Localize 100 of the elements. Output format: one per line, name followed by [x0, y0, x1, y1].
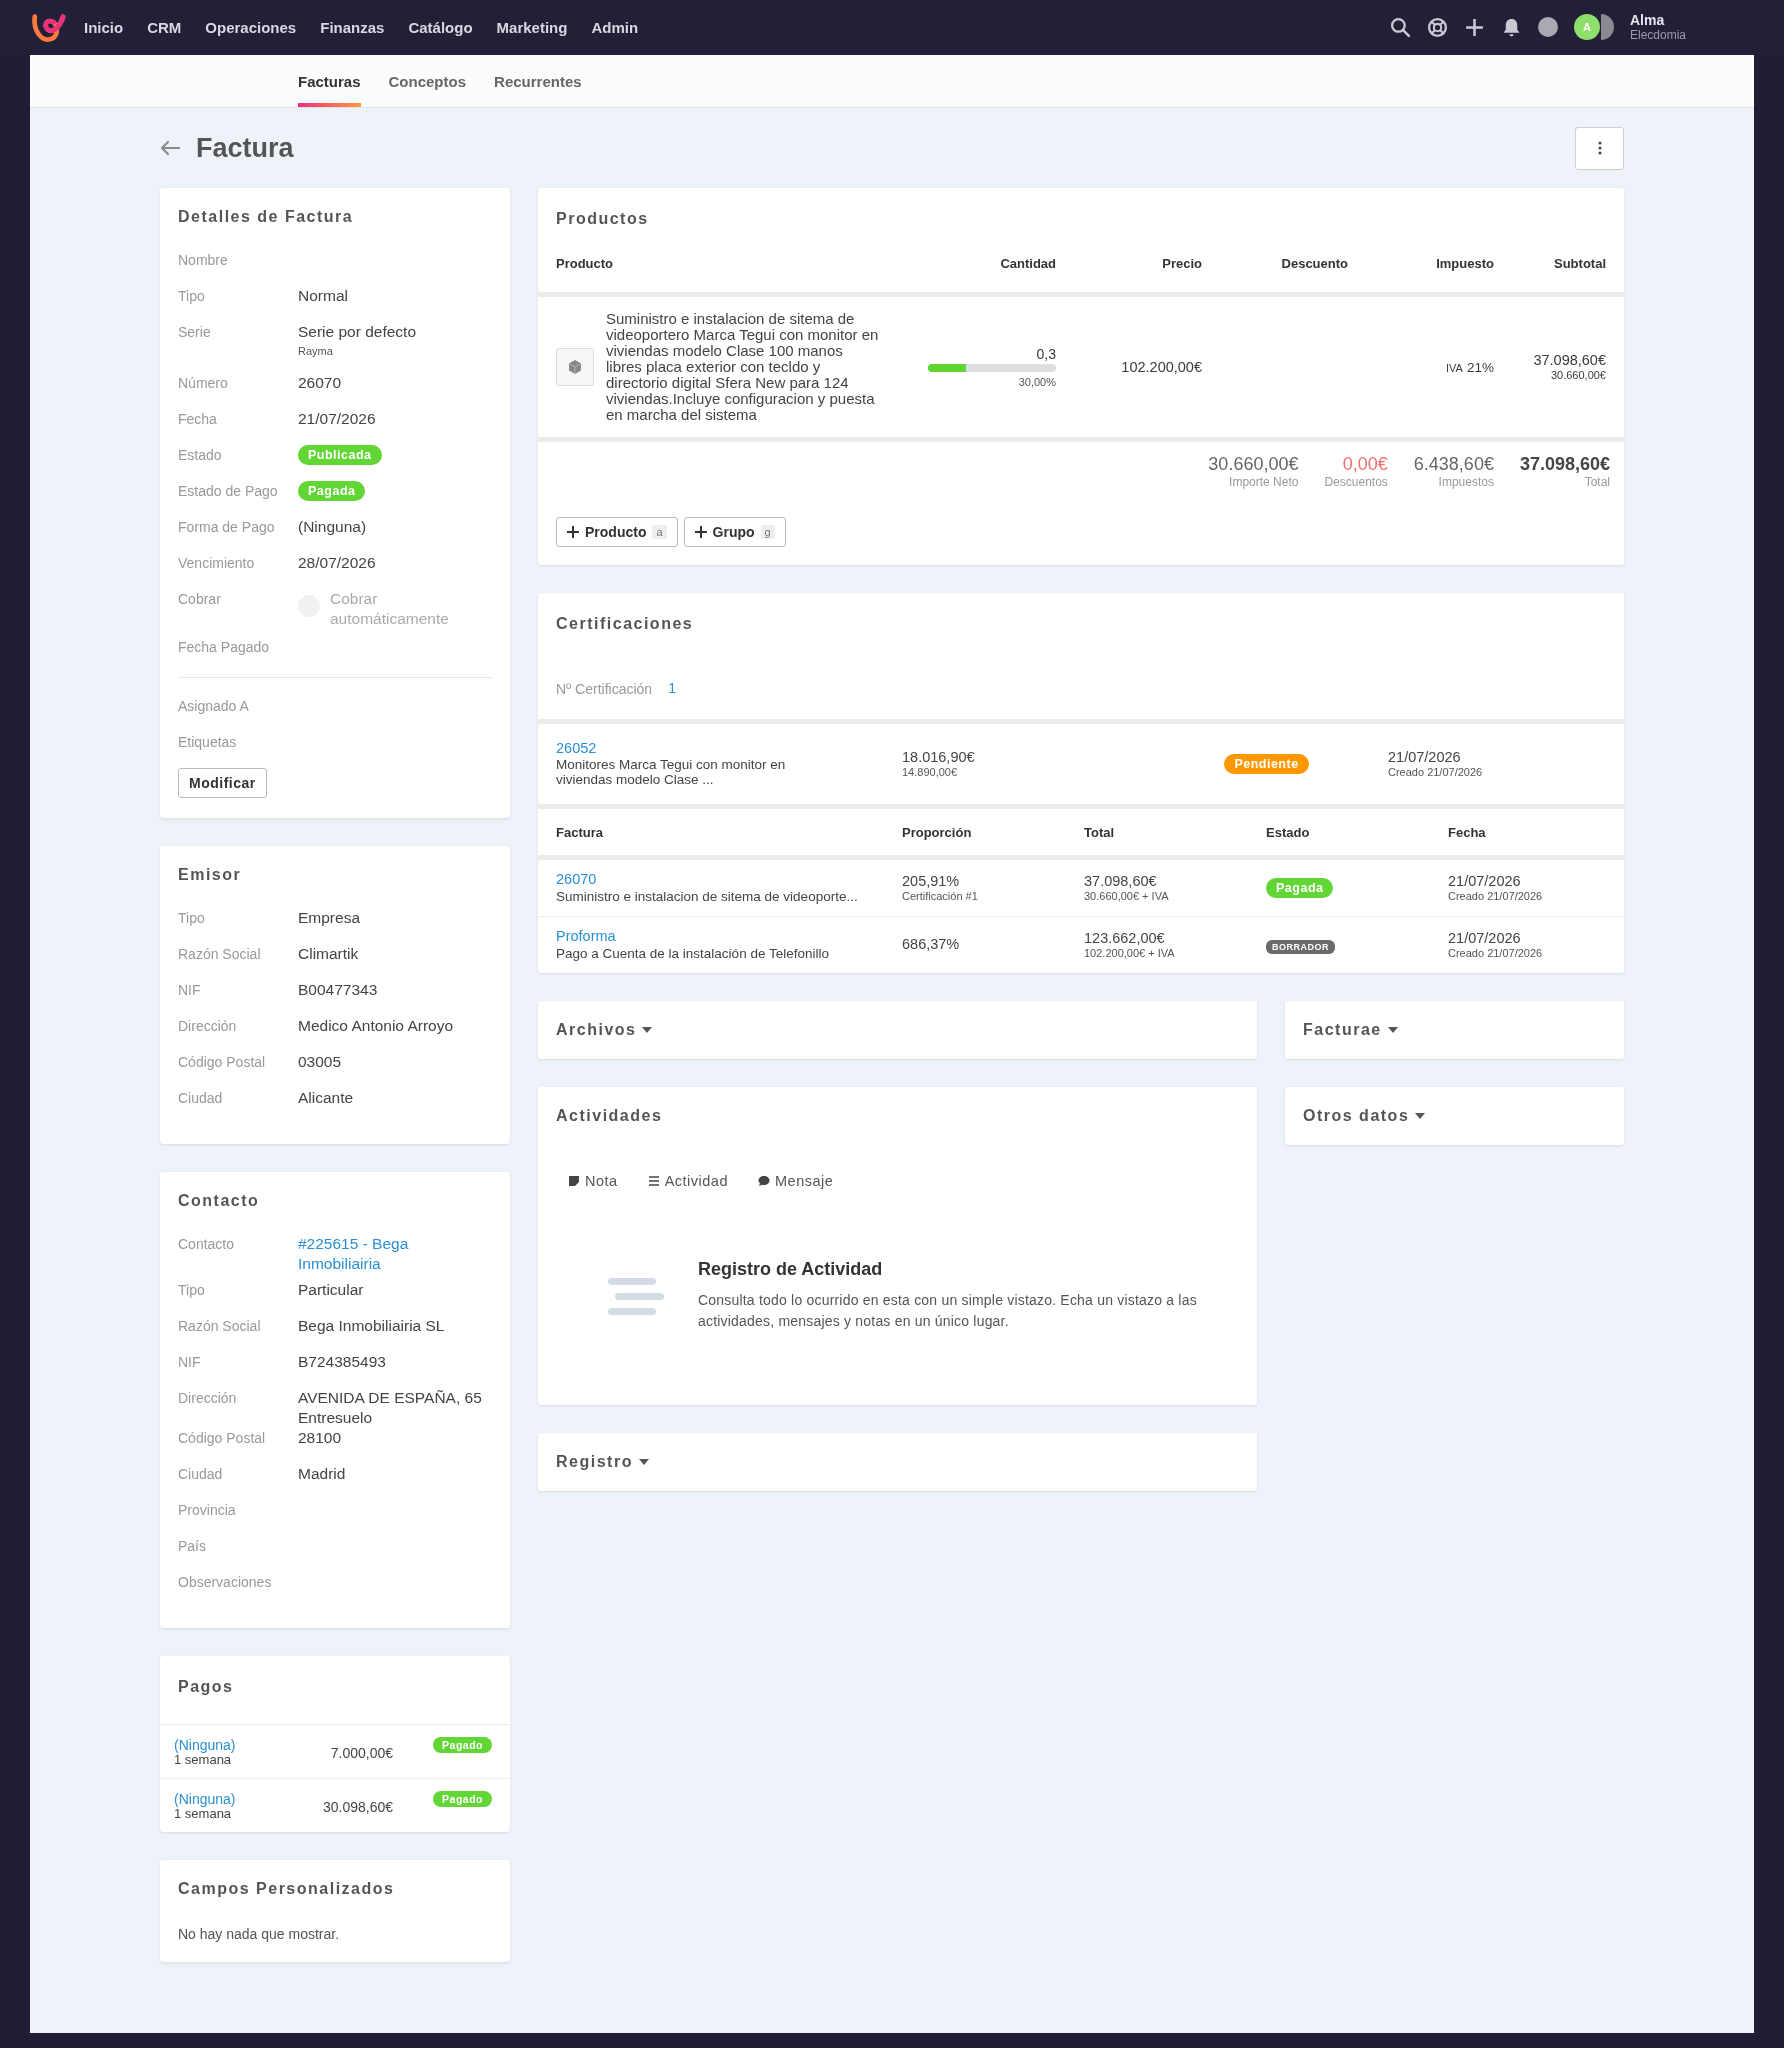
- field-label: Código Postal: [178, 1053, 267, 1070]
- modify-button[interactable]: Modificar: [178, 768, 267, 798]
- user-name[interactable]: Alma: [1629, 13, 1686, 29]
- empty-state-title: Registro de Actividad: [698, 1259, 884, 1280]
- field-value: (Ninguna): [298, 517, 368, 537]
- status-badge: Pagada: [1266, 878, 1334, 898]
- caret-icon: [1415, 1113, 1426, 1119]
- field-label: Asignado A: [178, 697, 250, 714]
- card-title: Detalles de Factura: [178, 208, 355, 226]
- activity-tab[interactable]: Nota: [564, 1173, 622, 1189]
- certification-description: Monitores Marca Tegui con monitor en viviendas modelo Clase ...: [556, 757, 787, 788]
- column-header: Descuento: [1281, 256, 1348, 271]
- nav-link[interactable]: Catálogo: [408, 19, 473, 36]
- column-header: Producto: [556, 256, 615, 271]
- field-label: Ciudad: [178, 1465, 224, 1482]
- price-cell: 102.200,00€: [1121, 359, 1202, 375]
- invoice-link[interactable]: 26070: [556, 871, 902, 889]
- card-title: Pagos: [177, 1677, 235, 1696]
- status-badge: Pagado: [433, 1737, 492, 1753]
- field-label: NIF: [178, 1353, 202, 1370]
- field-label: Etiquetas: [178, 733, 238, 750]
- column-header: Proporción: [902, 824, 973, 840]
- payment-amount: 30.098,60€: [322, 1798, 394, 1815]
- card-title: Productos: [555, 209, 650, 228]
- page-title: Factura: [196, 132, 294, 164]
- nav-link[interactable]: Finanzas: [320, 19, 385, 36]
- card-title: Contacto: [178, 1192, 261, 1210]
- field-label: Estado: [178, 446, 223, 463]
- column-header: Estado: [1266, 824, 1311, 840]
- contact-link[interactable]: #225615 - Bega Inmobiliairia: [298, 1234, 448, 1274]
- lifebuoy-icon[interactable]: [1426, 17, 1448, 38]
- payment-method-link[interactable]: (Ninguna): [174, 1791, 284, 1808]
- field-value: 03005: [298, 1052, 343, 1072]
- date-cell-text: 21/07/2026: [1448, 872, 1522, 891]
- nav-link[interactable]: Inicio: [84, 19, 124, 36]
- field-label: Ciudad: [178, 1089, 224, 1106]
- invoice-description: Suministro e instalacion de sitema de videoporte...: [556, 888, 859, 905]
- column-header: Impuesto: [1436, 256, 1494, 271]
- tab[interactable]: Recurrentes: [494, 55, 582, 107]
- amount-cell-text: 18.016,90€: [902, 748, 976, 767]
- field-label: Forma de Pago: [178, 518, 276, 535]
- net-amount: 102.200,00€ + IVA: [1084, 947, 1176, 961]
- total-amount: 37.098,60€: [1519, 454, 1610, 475]
- tab[interactable]: Facturas: [298, 55, 361, 107]
- tab[interactable]: Conceptos: [388, 55, 467, 107]
- proportion-cell-text: 686,37%: [902, 936, 961, 954]
- subtotal-net: 30.660,00€: [1550, 369, 1606, 383]
- chat-icon: [758, 1175, 770, 1187]
- back-arrow-icon[interactable]: [160, 140, 180, 156]
- field-label: Cobrar: [178, 590, 222, 607]
- field-label: País: [178, 1537, 207, 1554]
- total-label: Impuestos: [1438, 475, 1494, 489]
- field-value: 26070: [298, 373, 343, 393]
- field-label: Tipo: [178, 909, 206, 926]
- total-cell-text: 123.662,00€: [1084, 929, 1166, 948]
- status-badge: Publicada: [298, 445, 382, 465]
- log-toggle[interactable]: Registro: [538, 1433, 667, 1491]
- facturae-toggle[interactable]: Facturae: [1285, 1001, 1416, 1059]
- field-label: Tipo: [178, 287, 206, 304]
- total-label: Total: [1584, 475, 1610, 489]
- field-label: Nº Certificación: [556, 680, 653, 697]
- add-button[interactable]: Producto a: [556, 517, 678, 547]
- payment-method-link[interactable]: (Ninguna): [174, 1737, 284, 1754]
- net-amount: 30.660,00€ + IVA: [1084, 890, 1170, 904]
- payment-amount: 7.000,00€: [329, 1744, 394, 1761]
- nav-link[interactable]: Admin: [591, 19, 639, 36]
- field-label: NIF: [178, 981, 202, 998]
- company-name: Elecdomia: [1629, 28, 1686, 42]
- plus-icon[interactable]: [1463, 17, 1485, 38]
- add-button[interactable]: Grupo g: [683, 517, 786, 547]
- created-date: Creado 21/07/2026: [1448, 890, 1544, 904]
- activity-tab[interactable]: Mensaje: [754, 1173, 838, 1189]
- field-subvalue: Rayma: [298, 345, 334, 357]
- search-icon[interactable]: [1389, 17, 1411, 38]
- status-dot[interactable]: [1537, 17, 1558, 38]
- field-value: Bega Inmobiliairia SL: [298, 1316, 446, 1336]
- total-label: Importe Neto: [1229, 475, 1299, 489]
- avatar[interactable]: [1600, 14, 1614, 41]
- nav-link[interactable]: Marketing: [496, 19, 568, 36]
- activity-tab[interactable]: Actividad: [643, 1173, 732, 1189]
- caret-icon: [1387, 1027, 1398, 1033]
- nav-link[interactable]: Operaciones: [205, 19, 297, 36]
- box-icon: [567, 359, 583, 375]
- field-label: Razón Social: [178, 1317, 262, 1334]
- total-cell-text: 37.098,60€: [1084, 872, 1158, 891]
- field-label: Código Postal: [178, 1429, 267, 1446]
- column-header: Precio: [1162, 256, 1202, 271]
- field-label: Fecha: [178, 410, 218, 427]
- field-label: Tipo: [178, 1281, 206, 1298]
- files-toggle[interactable]: Archivos: [538, 1001, 671, 1059]
- invoice-link[interactable]: Proforma: [556, 928, 902, 946]
- nav-link[interactable]: CRM: [147, 19, 182, 36]
- payment-term: 1 semana: [174, 1753, 232, 1769]
- field-value: AVENIDA DE ESPAÑA, 65 Entresuelo: [298, 1388, 483, 1428]
- field-label: Serie: [178, 323, 212, 340]
- other-data-toggle[interactable]: Otros datos: [1285, 1087, 1444, 1145]
- certification-link[interactable]: 26052: [556, 740, 902, 758]
- status-badge: Pagado: [433, 1791, 492, 1808]
- field-label: Vencimiento: [178, 554, 256, 571]
- toggle-label: Cobrar automáticamente: [330, 589, 450, 629]
